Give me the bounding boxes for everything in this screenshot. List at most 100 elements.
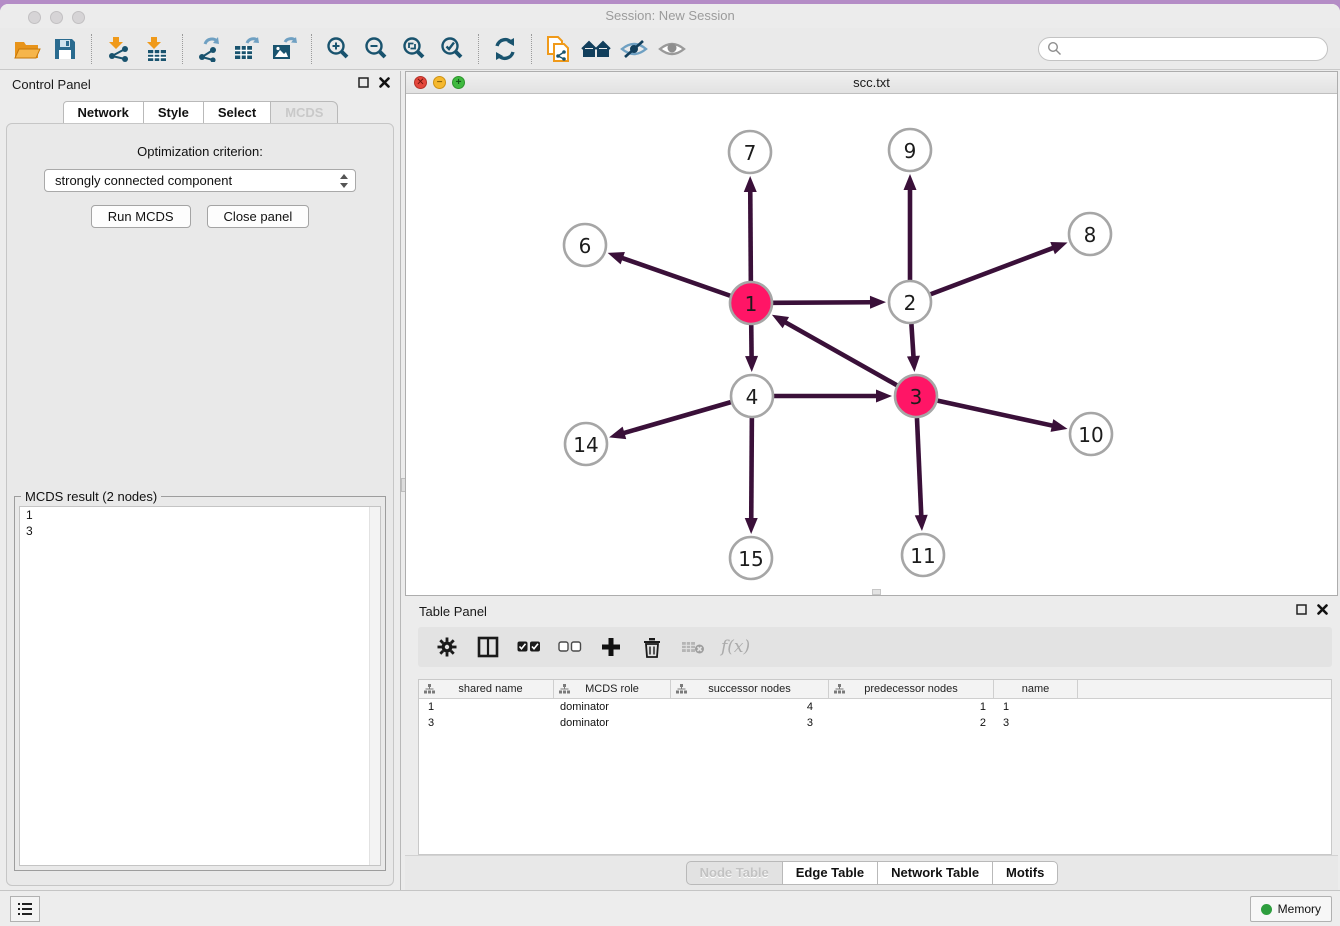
delete-table-icon: [681, 639, 705, 655]
save-session-button[interactable]: [46, 33, 84, 65]
tab-mcds[interactable]: MCDS: [270, 101, 338, 125]
function-icon: f(x): [721, 637, 750, 657]
zoom-selected-button[interactable]: [433, 33, 471, 65]
close-panel-icon[interactable]: [379, 77, 390, 88]
open-session-button[interactable]: [8, 33, 46, 65]
zoom-fit-button[interactable]: [395, 33, 433, 65]
float-panel-icon[interactable]: [358, 77, 369, 88]
criterion-dropdown[interactable]: strongly connected component: [44, 169, 356, 192]
column-header-mcds-role[interactable]: MCDS role: [554, 680, 671, 698]
zoom-out-button[interactable]: [357, 33, 395, 65]
memory-label: Memory: [1278, 902, 1321, 916]
graph-edge-3-1[interactable]: [784, 322, 897, 386]
graph-edge-arrowhead: [1051, 419, 1068, 432]
cell-predecessor-nodes[interactable]: 1: [829, 699, 994, 715]
task-history-button[interactable]: [10, 896, 40, 922]
import-table-button[interactable]: [137, 33, 175, 65]
open-folder-icon: [13, 36, 41, 62]
memory-status-icon: [1261, 904, 1272, 915]
zoom-in-button[interactable]: [319, 33, 357, 65]
export-network-button[interactable]: [190, 33, 228, 65]
tab-node-table[interactable]: Node Table: [686, 861, 783, 885]
split-column-button[interactable]: [475, 634, 501, 660]
cell-shared-name[interactable]: 3: [419, 715, 554, 731]
delete-column-button[interactable]: [639, 634, 665, 660]
tab-style[interactable]: Style: [143, 101, 204, 125]
cell-successor-nodes[interactable]: 4: [671, 699, 829, 715]
function-builder-button[interactable]: f(x): [721, 634, 750, 660]
column-header-predecessor-nodes[interactable]: predecessor nodes: [829, 680, 994, 698]
column-header-successor-nodes[interactable]: successor nodes: [671, 680, 829, 698]
result-scrollbar[interactable]: [369, 507, 380, 865]
hide-selected-button[interactable]: [615, 33, 653, 65]
refresh-icon: [492, 36, 518, 62]
control-panel: Control Panel Network Style Select MCDS …: [0, 71, 401, 890]
export-table-button[interactable]: [228, 33, 266, 65]
table-toolbar: f(x): [418, 627, 1332, 667]
graph-edge-3-11[interactable]: [917, 418, 921, 517]
table-header-row: shared name MCDS role: [419, 680, 1331, 699]
tab-select[interactable]: Select: [203, 101, 271, 125]
graph-node-label: 9: [904, 139, 917, 163]
zoom-out-icon: [363, 36, 389, 62]
graph-edge-1-6[interactable]: [621, 258, 730, 296]
close-panel-button[interactable]: Close panel: [207, 205, 310, 228]
export-image-button[interactable]: [266, 33, 304, 65]
cell-mcds-role[interactable]: dominator: [554, 715, 671, 731]
select-all-columns-button[interactable]: [516, 634, 542, 660]
graph-edge-2-3[interactable]: [911, 324, 913, 358]
gear-icon: [437, 637, 457, 657]
table-settings-button[interactable]: [434, 634, 460, 660]
cell-name[interactable]: 1: [994, 699, 1078, 715]
split-column-icon: [477, 636, 499, 658]
graph-node-label: 1: [745, 292, 758, 316]
duplicate-network-button[interactable]: [539, 33, 577, 65]
show-all-button[interactable]: [653, 33, 691, 65]
import-network-button[interactable]: [99, 33, 137, 65]
refresh-button[interactable]: [486, 33, 524, 65]
tab-network-table[interactable]: Network Table: [877, 861, 993, 885]
column-header-shared-name[interactable]: shared name: [419, 680, 554, 698]
run-mcds-button[interactable]: Run MCDS: [91, 205, 191, 228]
graph-edge-1-7[interactable]: [750, 190, 751, 281]
cell-name[interactable]: 3: [994, 715, 1078, 731]
toolbar-separator: [311, 34, 312, 64]
tab-network[interactable]: Network: [63, 101, 144, 125]
graph-edge-3-10[interactable]: [937, 401, 1053, 426]
hierarchy-icon: [559, 684, 570, 694]
cell-shared-name[interactable]: 1: [419, 699, 554, 715]
mcds-panel: Optimization criterion: strongly connect…: [6, 123, 394, 886]
canvas-splitter-handle[interactable]: [872, 589, 881, 595]
toolbar-separator: [531, 34, 532, 64]
cell-predecessor-nodes[interactable]: 2: [829, 715, 994, 731]
tab-motifs[interactable]: Motifs: [992, 861, 1058, 885]
graph-edge-2-8[interactable]: [931, 247, 1055, 294]
tab-edge-table[interactable]: Edge Table: [782, 861, 878, 885]
window-title: Session: New Session: [0, 8, 1340, 23]
memory-button[interactable]: Memory: [1250, 896, 1332, 922]
graph-edge-4-15[interactable]: [751, 418, 752, 520]
optimization-criterion-label: Optimization criterion:: [7, 144, 393, 159]
network-canvas[interactable]: 7968124314101511: [406, 94, 1337, 595]
duplicate-network-icon: [545, 35, 571, 63]
home-button[interactable]: [577, 33, 615, 65]
graph-edge-4-14[interactable]: [623, 402, 731, 433]
mcds-result-area[interactable]: 1 3: [19, 506, 381, 866]
table-panel: Table Panel: [405, 598, 1338, 890]
column-header-name[interactable]: name: [994, 680, 1078, 698]
cell-successor-nodes[interactable]: 3: [671, 715, 829, 731]
network-window-titlebar[interactable]: ✕ − + scc.txt: [406, 72, 1337, 94]
table-row[interactable]: 1 dominator 4 1 1: [419, 699, 1331, 715]
network-view-window: ✕ − + scc.txt 7968124314101511: [405, 71, 1338, 596]
close-table-panel-icon[interactable]: [1317, 604, 1328, 615]
table-row[interactable]: 3 dominator 3 2 3: [419, 715, 1331, 731]
search-field[interactable]: [1038, 37, 1328, 61]
mcds-result-title: MCDS result (2 nodes): [21, 489, 161, 504]
graph-node-label: 7: [744, 141, 757, 165]
deselect-all-columns-button[interactable]: [557, 634, 583, 660]
cell-mcds-role[interactable]: dominator: [554, 699, 671, 715]
add-column-button[interactable]: [598, 634, 624, 660]
float-table-panel-icon[interactable]: [1296, 604, 1307, 615]
graph-edge-1-2[interactable]: [773, 302, 872, 303]
delete-table-button[interactable]: [680, 634, 706, 660]
